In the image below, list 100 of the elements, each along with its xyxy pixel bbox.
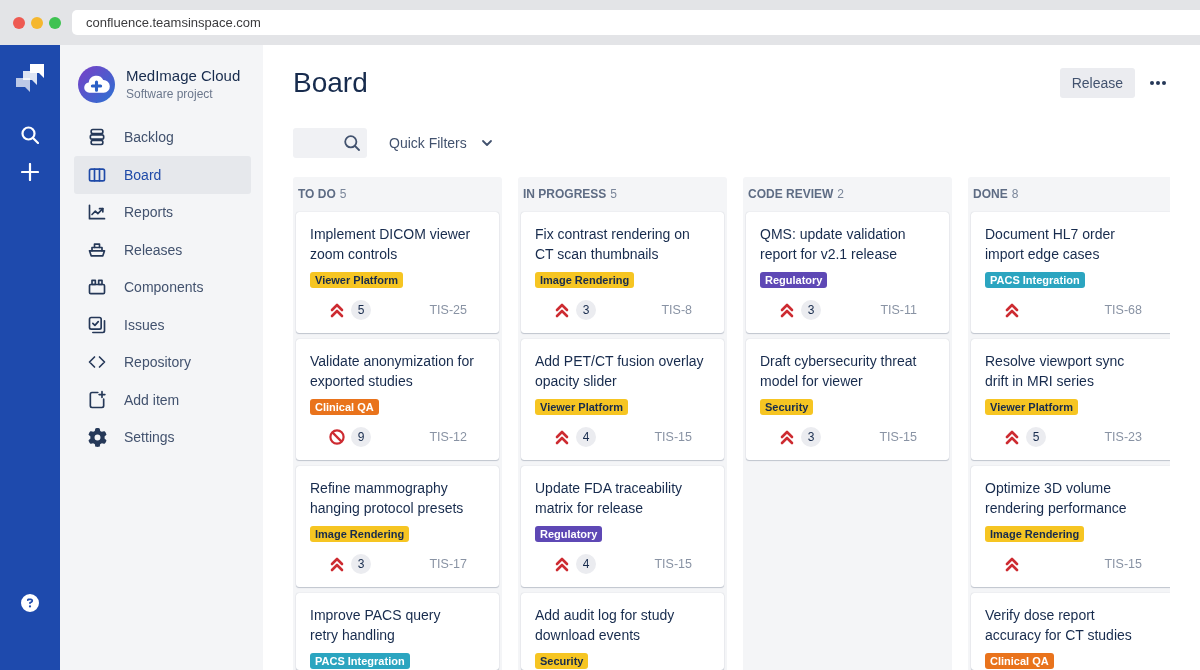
issue-key: TIS-15 [654,430,692,444]
issue-label: Clinical QA [310,399,379,415]
quick-filters-dropdown[interactable]: Quick Filters [389,128,493,158]
issue-label: Security [535,653,589,669]
double-chevron-up-icon [779,302,795,318]
issue-label: Image Rendering [535,272,635,288]
search-icon[interactable] [21,126,39,144]
comment-count: 3 [801,427,821,447]
double-chevron-up-icon [329,302,345,318]
help-icon[interactable] [21,594,39,612]
comment-count: 5 [351,300,371,320]
issue-label: Viewer Platform [985,399,1078,415]
issue-label: Viewer Platform [310,272,403,288]
sidebar-item[interactable]: Issues [74,306,251,344]
cloud-avatar-icon [78,66,115,103]
issue-key: TIS-12 [429,430,467,444]
minimize-dot-icon[interactable] [31,16,43,29]
issue-card[interactable]: QMS: update validation report for v2.1 release Regulatory 3 TIS-11 [746,212,949,333]
address-bar[interactable]: confluence.teamsinspace.com [72,10,1200,35]
search-field[interactable] [293,128,367,158]
column-count: 5 [339,187,347,203]
issue-card[interactable]: Resolve viewport sync drift in MRI series Viewer Platform 5 TIS-23 [971,339,1170,460]
issue-key: TIS-23 [1104,430,1142,444]
plus-icon[interactable] [21,163,39,181]
double-chevron-up-icon [1004,556,1020,572]
issue-key: TIS-25 [429,303,467,317]
release-button[interactable]: Release [1059,68,1135,98]
issue-label: Image Rendering [310,526,410,542]
logo-icon[interactable] [14,62,46,94]
issue-card[interactable]: Add PET/CT fusion overlay opacity slider Viewer Platform 4 TIS-15 [521,339,724,460]
sidebar-item[interactable]: Board [74,156,251,194]
stacked-bars-icon [87,127,107,148]
column-count: 5 [610,187,618,203]
column-title: TO DO [298,187,336,203]
issue-label: PACS Integration [985,272,1085,288]
issue-card[interactable]: Update FDA traceability matrix for release Regulatory 4 TIS-15 [521,466,724,587]
issue-card[interactable]: Implement DICOM viewer zoom controls Viewer Platform 5 TIS-25 [296,212,499,333]
issue-key: TIS-15 [879,430,917,444]
sidebar-item[interactable]: Repository [74,343,251,381]
issue-card[interactable]: Improve PACS query retry handling PACS Integration [296,593,499,670]
double-chevron-up-icon [554,302,570,318]
issue-card[interactable]: Fix contrast rendering on CT scan thumbnails Image Rendering 3 TIS-8 [521,212,724,333]
column-title: IN PROGRESS [523,187,607,203]
line-chart-icon [87,202,107,223]
comment-count: 3 [801,300,821,320]
card-title: Refine mammography hanging protocol presets [310,479,464,518]
sidebar-item[interactable]: Settings [74,418,251,456]
card-title: Add audit log for study download events [535,606,675,645]
page-title: Board [293,66,368,100]
double-chevron-up-icon [1004,302,1020,318]
column-title: CODE REVIEW [748,187,834,203]
issue-card[interactable]: Add audit log for study download events Security [521,593,724,670]
search-icon [344,135,360,151]
card-title: Optimize 3D volume rendering performance [985,479,1127,518]
double-chevron-up-icon [779,429,795,445]
sidebar-item[interactable]: Add item [74,381,251,419]
issue-key: TIS-8 [661,303,692,317]
issue-label: PACS Integration [310,653,410,669]
sidebar-item[interactable]: Backlog [74,118,251,156]
card-title: QMS: update validation report for v2.1 release [760,225,906,264]
chevron-down-icon [480,139,493,147]
sidebar-item[interactable]: Releases [74,231,251,269]
settings-icon [87,427,107,448]
double-chevron-up-icon [554,429,570,445]
card-title: Draft cybersecurity threat model for viewer [760,352,917,391]
double-chevron-up-icon [1004,429,1020,445]
issue-card[interactable]: Document HL7 order import edge cases PACS Integration TIS-68 [971,212,1170,333]
maximize-dot-icon[interactable] [49,16,61,29]
issue-card[interactable]: Refine mammography hanging protocol presets Image Rendering 3 TIS-17 [296,466,499,587]
project-type: Software project [126,87,214,102]
close-dot-icon[interactable] [13,16,25,29]
card-title: Add PET/CT fusion overlay opacity slider [535,352,704,391]
comment-count: 5 [1026,427,1046,447]
card-title: Resolve viewport sync drift in MRI series [985,352,1125,391]
issue-card[interactable]: Validate anonymization for exported studies Clinical QA 9 TIS-12 [296,339,499,460]
checkbox-stack-icon [87,314,107,335]
issue-card[interactable]: Optimize 3D volume rendering performance Image Rendering TIS-15 [971,466,1170,587]
issue-key: TIS-17 [429,557,467,571]
comment-count: 3 [576,300,596,320]
issue-key: TIS-68 [1104,303,1142,317]
issue-label: Regulatory [535,526,603,542]
comment-count: 3 [351,554,371,574]
component-block-icon [87,277,107,298]
issue-label: Regulatory [760,272,828,288]
issue-card[interactable]: Draft cybersecurity threat model for viewer Security 3 TIS-15 [746,339,949,460]
comment-count: 4 [576,427,596,447]
card-title: Document HL7 order import edge cases [985,225,1115,264]
card-title: Verify dose report accuracy for CT studies [985,606,1132,645]
more-icon [1150,81,1166,85]
issue-key: TIS-11 [880,303,917,317]
issue-label: Image Rendering [985,526,1085,542]
issue-label: Clinical QA [985,653,1054,669]
issue-key: TIS-15 [654,557,692,571]
card-title: Implement DICOM viewer zoom controls [310,225,471,264]
comment-count: 4 [576,554,596,574]
sidebar-item[interactable]: Reports [74,193,251,231]
column-title: DONE [973,187,1008,203]
issue-card[interactable]: Verify dose report accuracy for CT studies Clinical QA [971,593,1170,670]
sidebar-item[interactable]: Components [74,268,251,306]
file-plus-icon [87,389,107,410]
